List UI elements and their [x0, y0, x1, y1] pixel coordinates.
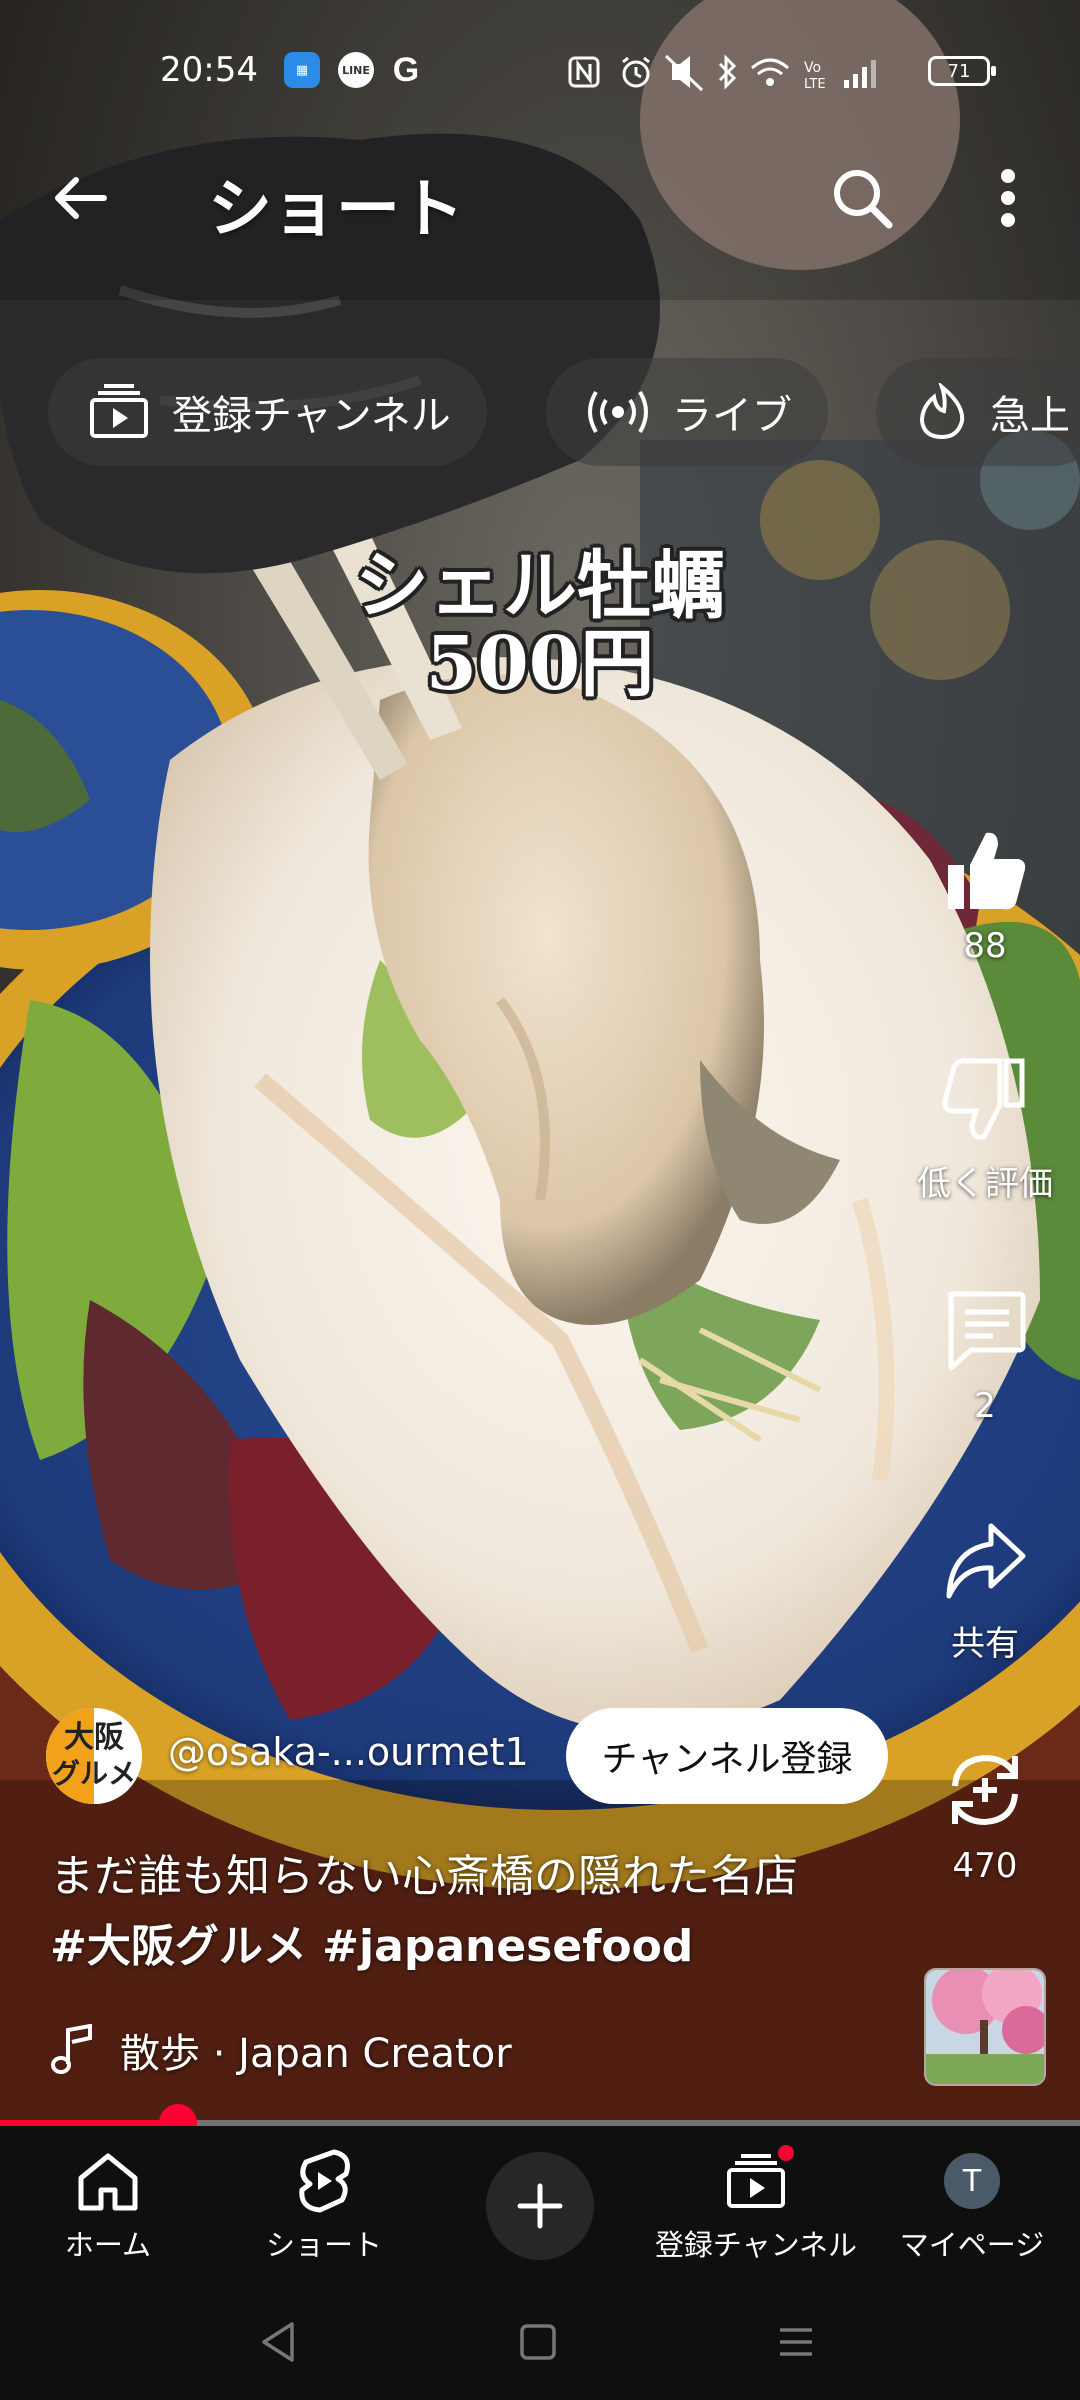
back-button[interactable] — [40, 158, 120, 238]
system-recents-button[interactable] — [766, 2312, 826, 2372]
trending-icon — [919, 383, 965, 440]
filter-chips: 登録チャンネル ライブ 急上 — [0, 358, 1080, 466]
chip-label: ライブ — [672, 393, 792, 439]
battery-indicator: 71 — [928, 56, 996, 86]
top-app-bar: ショート — [0, 140, 1080, 250]
comment-count: 2 — [974, 1386, 996, 1426]
nav-home[interactable]: ホーム — [0, 2126, 216, 2276]
share-icon — [946, 1523, 1026, 1599]
mute-icon — [664, 54, 704, 92]
subscribe-button[interactable]: チャンネル登録 — [566, 1708, 888, 1804]
music-thumbnail[interactable] — [924, 1968, 1046, 2086]
share-button[interactable]: 共有 — [900, 1510, 1070, 1665]
home-icon — [78, 2153, 138, 2211]
jp-app-icon: ▦ — [284, 52, 320, 88]
nav-label: マイページ — [899, 2228, 1045, 2262]
comments-button[interactable]: 2 — [900, 1280, 1070, 1426]
line-icon: LINE — [338, 52, 374, 88]
status-time: 20:54 — [160, 50, 258, 90]
dislike-label: 低く評価 — [917, 1164, 1053, 1204]
channel-handle[interactable]: @osaka-...ourmet1 — [168, 1730, 529, 1774]
avatar-text-2: グルメ — [51, 1757, 136, 1790]
triangle-back-icon — [262, 2322, 294, 2362]
wifi-icon — [751, 58, 789, 86]
notification-dot — [775, 2142, 797, 2164]
signal-icon — [844, 60, 876, 88]
nfc-icon — [568, 56, 600, 88]
create-button[interactable] — [486, 2152, 594, 2260]
system-home-button[interactable] — [508, 2312, 568, 2372]
chip-label: 登録チャンネル — [172, 393, 451, 439]
svg-text:LTE: LTE — [804, 77, 826, 92]
svg-text:Vo: Vo — [804, 60, 821, 76]
chip-subscriptions[interactable]: 登録チャンネル — [48, 358, 487, 466]
music-row[interactable]: 散歩 · Japan Creator — [50, 2020, 512, 2080]
arrow-left-icon — [55, 177, 107, 219]
chip-label: 急上 — [990, 393, 1070, 439]
nav-subscriptions[interactable]: 登録チャンネル — [648, 2126, 864, 2276]
plus-icon — [517, 2183, 563, 2229]
video-hashtags[interactable]: #大阪グルメ #japanesefood — [50, 1912, 930, 1982]
alarm-icon — [622, 56, 650, 88]
google-icon: G — [392, 50, 420, 89]
subscriptions-icon — [90, 384, 148, 438]
channel-avatar[interactable]: 大阪 グルメ — [46, 1708, 142, 1804]
avatar-text-1: 大阪 — [64, 1720, 124, 1755]
channel-row: 大阪 グルメ @osaka-...ourmet1 チャンネル登録 — [46, 1706, 906, 1806]
chip-live[interactable]: ライブ — [546, 358, 828, 466]
music-text: 散歩 · Japan Creator — [120, 2031, 512, 2077]
nav-label: 登録チャンネル — [654, 2228, 858, 2262]
nav-my-page[interactable]: T マイページ — [864, 2126, 1080, 2276]
system-back-button[interactable] — [248, 2312, 308, 2372]
nav-label: ホーム — [64, 2228, 152, 2262]
more-vert-icon — [1001, 169, 1015, 227]
dislike-button[interactable]: 低く評価 — [900, 1050, 1070, 1205]
nav-label: ショート — [265, 2228, 382, 2262]
like-count: 88 — [963, 926, 1007, 966]
square-home-icon — [520, 2324, 556, 2360]
thumbs-up-icon — [948, 832, 1026, 910]
search-button[interactable] — [820, 156, 904, 240]
overlay-caption-line1: シェル牡蠣 — [355, 543, 725, 629]
system-status-icons: VoLTE — [568, 54, 876, 92]
status-bar: 20:54 ▦ LINE G Vo LTE 71 — [0, 40, 1080, 104]
avatar: T — [944, 2153, 1000, 2209]
remix-icon — [952, 1754, 1018, 1826]
nav-shorts[interactable]: ショート — [216, 2126, 432, 2276]
system-navigation-bar — [0, 2276, 1080, 2400]
overlay-caption-line2: 500円 — [425, 620, 655, 707]
page-title: ショート — [208, 173, 464, 247]
share-label: 共有 — [951, 1624, 1019, 1664]
live-icon — [588, 390, 648, 434]
more-options-button[interactable] — [968, 156, 1048, 240]
bottom-navigation: ホーム ショート 登録チャンネル T マイページ — [0, 2126, 1080, 2276]
like-button[interactable]: 88 — [900, 820, 1070, 966]
thumbs-down-icon — [942, 1058, 1025, 1140]
sound-thumbnail-image — [926, 1970, 1044, 2084]
video-title-text: まだ誰も知らない心斎橋の隠れた名店 — [50, 1851, 798, 1902]
music-note-icon — [51, 2024, 92, 2074]
menu-recents-icon — [780, 2328, 812, 2356]
video-title[interactable]: まだ誰も知らない心斎橋の隠れた名店 #大阪グルメ #japanesefood — [50, 1842, 930, 1982]
search-icon — [834, 170, 893, 229]
volte-icon: VoLTE — [804, 60, 826, 92]
video-overlay-caption: シェル牡蠣 500円 — [300, 543, 780, 707]
bluetooth-icon — [718, 54, 737, 90]
shorts-icon — [299, 2149, 350, 2213]
remix-count: 470 — [952, 1846, 1018, 1886]
chip-trending[interactable]: 急上 — [876, 358, 1080, 466]
comment-icon — [948, 1291, 1026, 1371]
